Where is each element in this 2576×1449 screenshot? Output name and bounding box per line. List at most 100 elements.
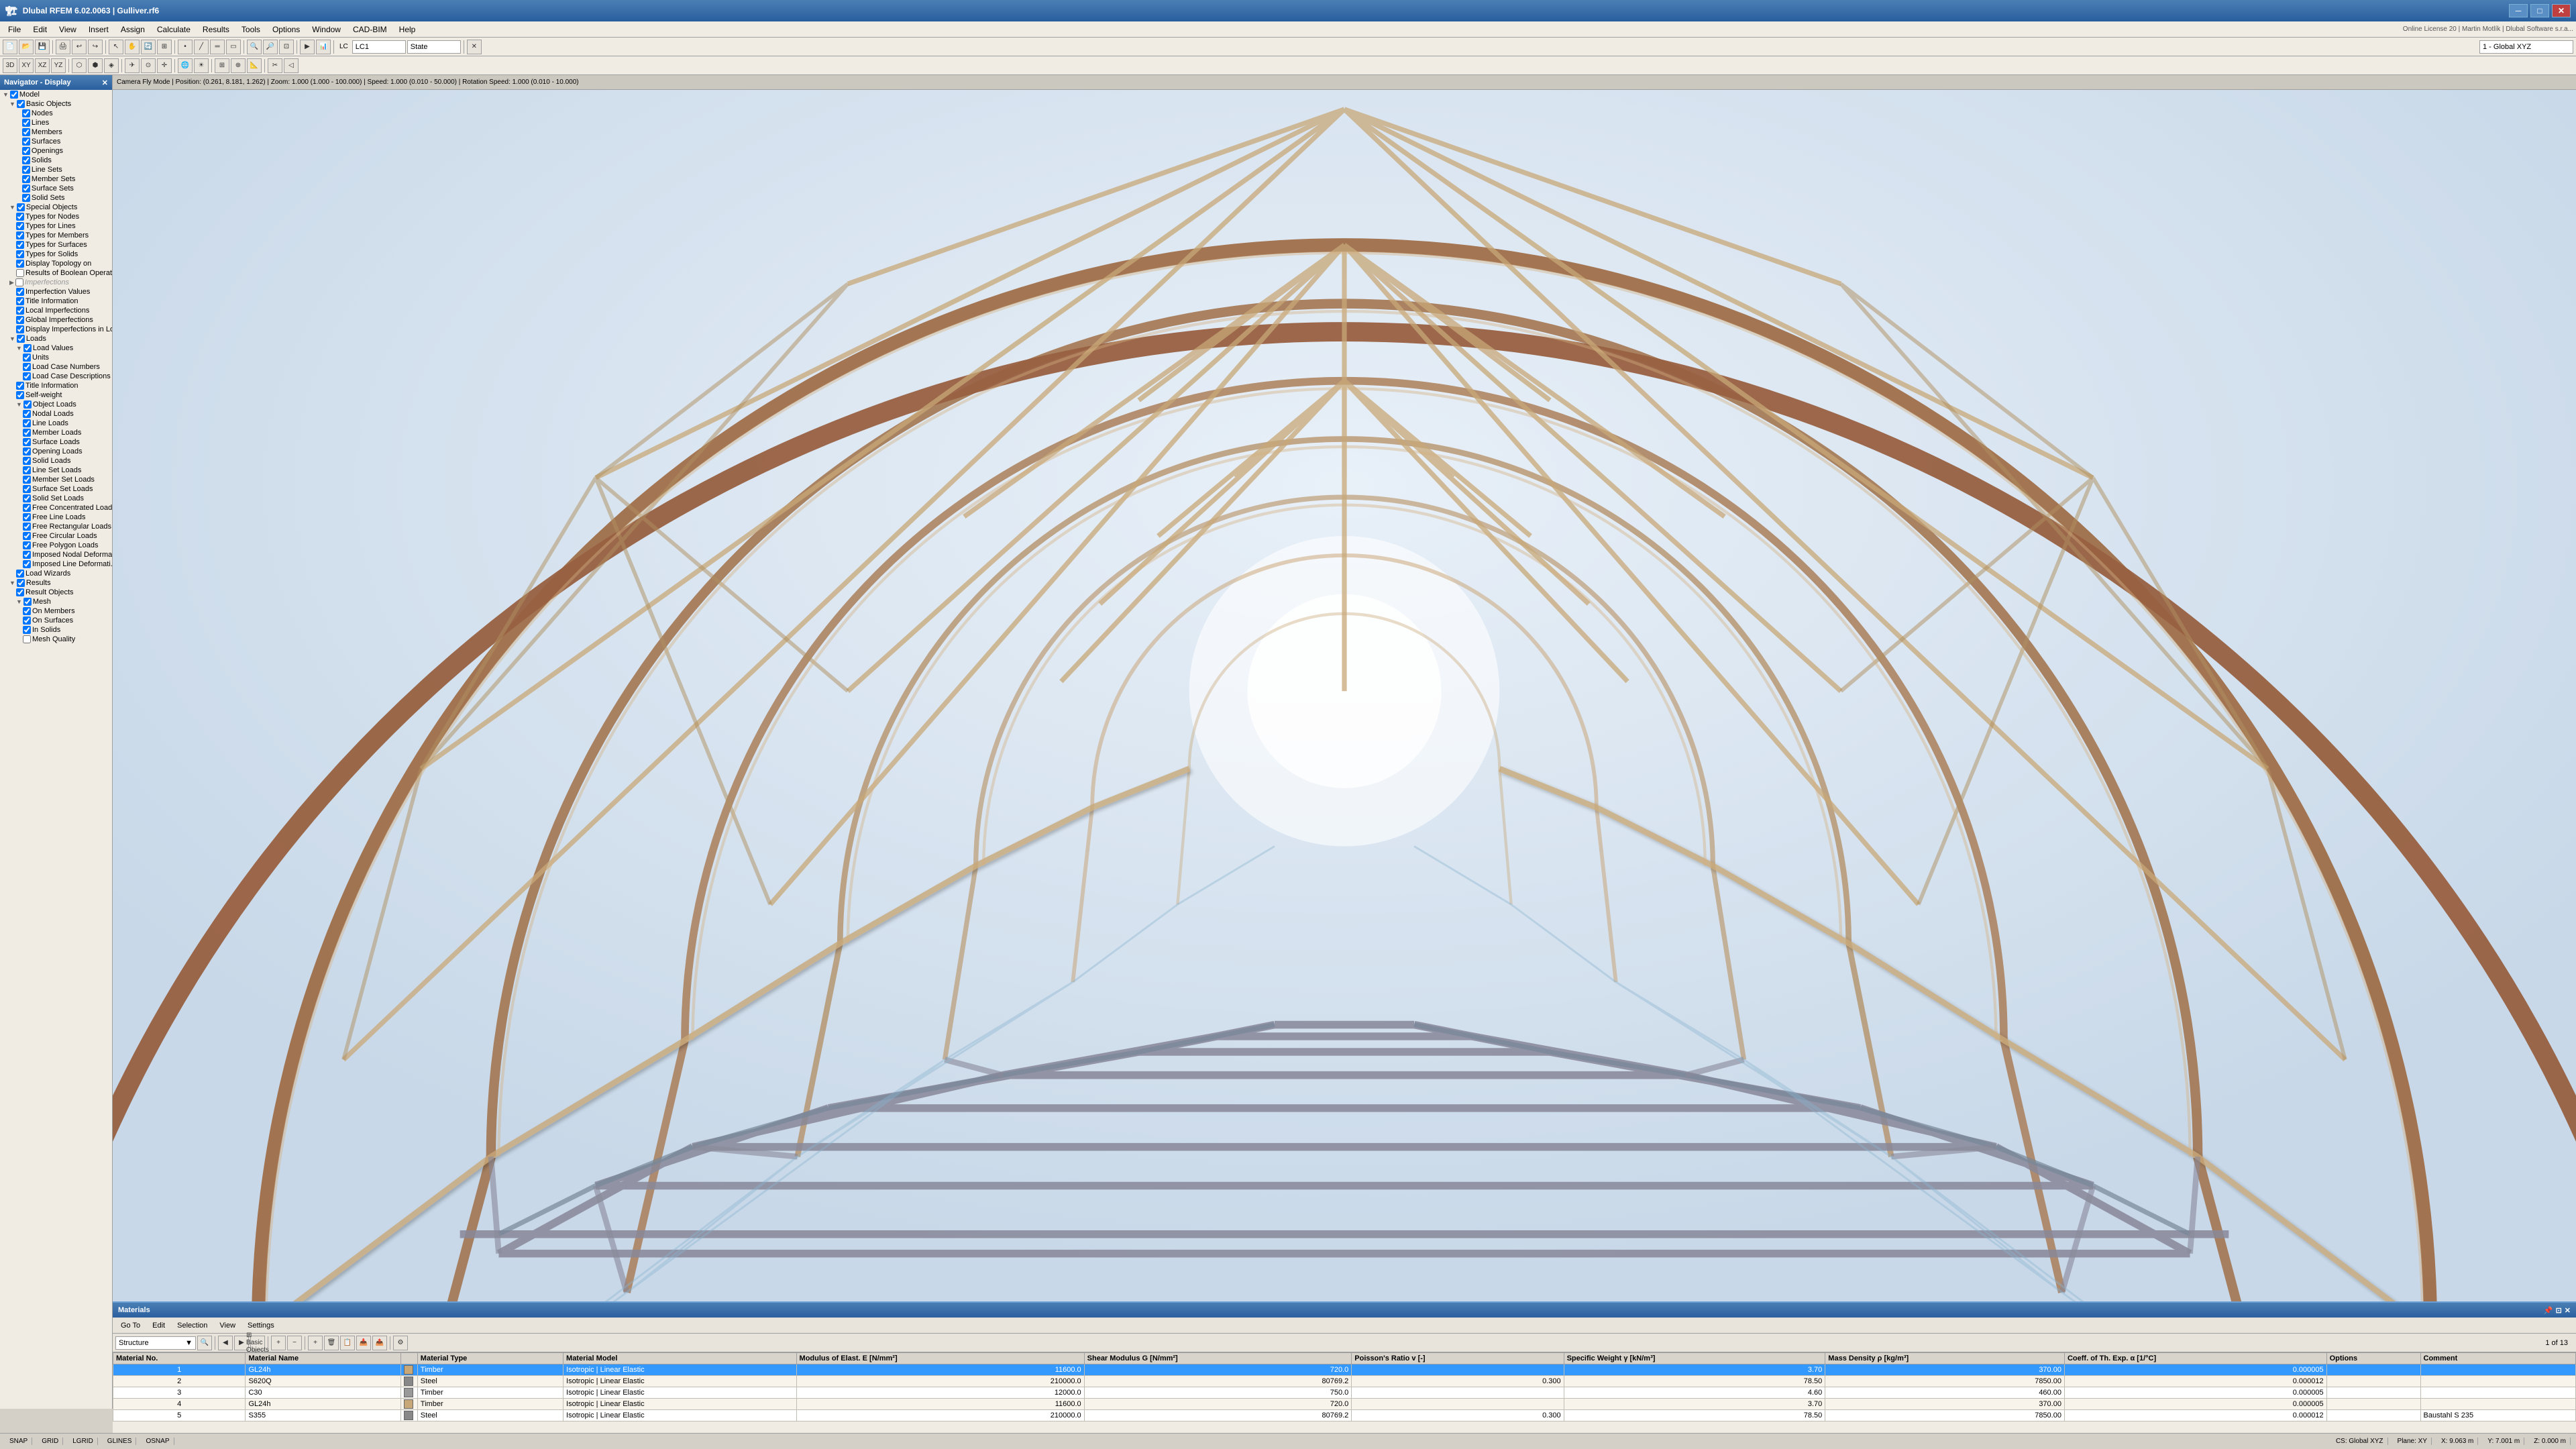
- undo-button[interactable]: ↩: [72, 40, 87, 54]
- nav-item-surface-set-loads[interactable]: Surface Set Loads: [0, 484, 112, 494]
- nav-check-nodal-loads[interactable]: [23, 410, 31, 418]
- coord-system-dropdown[interactable]: 1 - Global XYZ: [2479, 40, 2573, 54]
- nav-check-nodes[interactable]: [22, 109, 30, 117]
- nav-check-imperfection-values[interactable]: [16, 288, 24, 296]
- pan-button[interactable]: ✛: [157, 58, 172, 73]
- nav-check-imposed-line[interactable]: [23, 560, 31, 568]
- nav-item-load-wizards[interactable]: Load Wizards: [0, 569, 112, 578]
- menu-assign[interactable]: Assign: [115, 23, 150, 36]
- nav-item-members[interactable]: ▶ Members: [0, 127, 112, 137]
- nav-item-imperfection-values[interactable]: Imperfection Values: [0, 287, 112, 297]
- snap-button[interactable]: ⊕: [231, 58, 246, 73]
- node-button[interactable]: •: [178, 40, 193, 54]
- menu-results[interactable]: Results: [197, 23, 235, 36]
- nav-check-imperfections[interactable]: [15, 278, 23, 286]
- nav-check-free-conc-loads[interactable]: [23, 504, 31, 512]
- nav-check-load-wizards[interactable]: [16, 570, 24, 578]
- nav-check-types-lines[interactable]: [16, 222, 24, 230]
- mat-import-btn[interactable]: 📥: [356, 1336, 371, 1350]
- nav-check-object-loads[interactable]: [23, 400, 32, 409]
- nav-item-in-solids[interactable]: In Solids: [0, 625, 112, 635]
- nav-item-load-values[interactable]: ▼ Load Values: [0, 343, 112, 353]
- menu-edit[interactable]: Edit: [28, 23, 52, 36]
- nav-check-member-loads[interactable]: [23, 429, 31, 437]
- surface-button[interactable]: ▭: [226, 40, 241, 54]
- wireframe-button[interactable]: ⬡: [72, 58, 87, 73]
- nav-check-title-info-loads[interactable]: [16, 382, 24, 390]
- nav-item-imperfections[interactable]: ▶ Imperfections: [0, 278, 112, 287]
- viewport[interactable]: Camera Fly Mode | Position: (0.261, 8.18…: [113, 75, 2576, 1409]
- nav-check-opening-loads[interactable]: [23, 447, 31, 455]
- materials-goto[interactable]: Go To: [115, 1320, 146, 1331]
- view-xy-button[interactable]: XY: [19, 58, 34, 73]
- nav-item-free-circ-loads[interactable]: Free Circular Loads: [0, 531, 112, 541]
- nav-check-imposed-nodal[interactable]: [23, 551, 31, 559]
- line-button[interactable]: ╱: [194, 40, 209, 54]
- close-button[interactable]: ✕: [2552, 4, 2571, 17]
- nav-item-nodal-loads[interactable]: Nodal Loads: [0, 409, 112, 419]
- nav-item-loads[interactable]: ▼ Loads: [0, 334, 112, 343]
- nav-item-types-members[interactable]: Types for Members: [0, 231, 112, 240]
- save-button[interactable]: 💾: [35, 40, 50, 54]
- table-row[interactable]: 5 S355 Steel Isotropic | Linear Elastic …: [113, 1410, 2576, 1421]
- menu-help[interactable]: Help: [394, 23, 421, 36]
- nav-item-special-objects[interactable]: ▼ Special Objects: [0, 203, 112, 212]
- nav-check-mesh[interactable]: [23, 598, 32, 606]
- nav-item-solid-loads[interactable]: Solid Loads: [0, 456, 112, 466]
- fly-mode-button[interactable]: ✈: [125, 58, 140, 73]
- nav-check-surface-loads[interactable]: [23, 438, 31, 446]
- nav-item-imposed-line[interactable]: Imposed Line Deformati...: [0, 559, 112, 569]
- nav-item-display-topology[interactable]: Display Topology on: [0, 259, 112, 268]
- materials-close-icon[interactable]: ✕: [2565, 1306, 2571, 1315]
- calculate-button[interactable]: ▶: [300, 40, 315, 54]
- nav-check-model[interactable]: [10, 91, 18, 99]
- nav-check-member-set-loads[interactable]: [23, 476, 31, 484]
- nav-item-member-loads[interactable]: Member Loads: [0, 428, 112, 437]
- solid-button[interactable]: ⬢: [88, 58, 103, 73]
- select-button[interactable]: ↖: [109, 40, 123, 54]
- state-dropdown[interactable]: State: [407, 40, 461, 54]
- menu-file[interactable]: File: [3, 23, 26, 36]
- status-lgrid[interactable]: LGRID: [68, 1438, 98, 1445]
- measure-button[interactable]: 📐: [247, 58, 262, 73]
- materials-settings[interactable]: Settings: [242, 1320, 280, 1331]
- nav-check-local-imperfections[interactable]: [16, 307, 24, 315]
- mat-copy-btn[interactable]: 📋: [340, 1336, 355, 1350]
- print-button[interactable]: 🖨: [56, 40, 70, 54]
- nav-item-member-set-loads[interactable]: Member Set Loads: [0, 475, 112, 484]
- materials-pin-icon[interactable]: 📌: [2544, 1306, 2553, 1315]
- navigator-content[interactable]: ▼ Model ▼ Basic Objects ▶ Nodes ▶ Lines: [0, 90, 112, 1409]
- mat-basic-objects-btn[interactable]: ⊞ Basic Objects: [250, 1336, 265, 1350]
- nav-item-mesh[interactable]: ▼ Mesh: [0, 597, 112, 606]
- nav-check-mesh-quality[interactable]: [23, 635, 31, 643]
- zoom-in-button[interactable]: 🔍: [247, 40, 262, 54]
- nav-item-member-sets[interactable]: ▶ Member Sets: [0, 174, 112, 184]
- materials-filter-dropdown[interactable]: Structure ▼: [115, 1336, 196, 1350]
- mat-zoom-in-btn[interactable]: +: [271, 1336, 286, 1350]
- mat-export-btn[interactable]: 📤: [372, 1336, 387, 1350]
- nav-check-member-sets[interactable]: [22, 175, 30, 183]
- nav-item-solids[interactable]: ▶ Solids: [0, 156, 112, 165]
- nav-check-basic-objects[interactable]: [17, 100, 25, 108]
- nav-item-on-members[interactable]: On Members: [0, 606, 112, 616]
- nav-check-line-sets[interactable]: [22, 166, 30, 174]
- nav-item-lc-descriptions[interactable]: Load Case Descriptions: [0, 372, 112, 381]
- nav-check-result-objects[interactable]: [16, 588, 24, 596]
- menu-options[interactable]: Options: [267, 23, 305, 36]
- light-button[interactable]: ☀: [194, 58, 209, 73]
- open-button[interactable]: 📂: [19, 40, 34, 54]
- nav-item-types-nodes[interactable]: Types for Nodes: [0, 212, 112, 221]
- nav-item-nodes[interactable]: ▶ Nodes: [0, 109, 112, 118]
- table-row[interactable]: 3 C30 Timber Isotropic | Linear Elastic …: [113, 1387, 2576, 1399]
- nav-check-solids[interactable]: [22, 156, 30, 164]
- nav-item-free-poly-loads[interactable]: Free Polygon Loads: [0, 541, 112, 550]
- menu-calculate[interactable]: Calculate: [152, 23, 196, 36]
- nav-item-surface-sets[interactable]: ▶ Surface Sets: [0, 184, 112, 193]
- nav-item-solid-set-loads[interactable]: Solid Set Loads: [0, 494, 112, 503]
- nav-item-boolean-results[interactable]: Results of Boolean Operations: [0, 268, 112, 278]
- menu-insert[interactable]: Insert: [83, 23, 114, 36]
- nav-check-line-loads[interactable]: [23, 419, 31, 427]
- minimize-button[interactable]: ─: [2509, 4, 2528, 17]
- nav-item-surfaces[interactable]: ▶ Surfaces: [0, 137, 112, 146]
- nav-check-surface-sets[interactable]: [22, 184, 30, 193]
